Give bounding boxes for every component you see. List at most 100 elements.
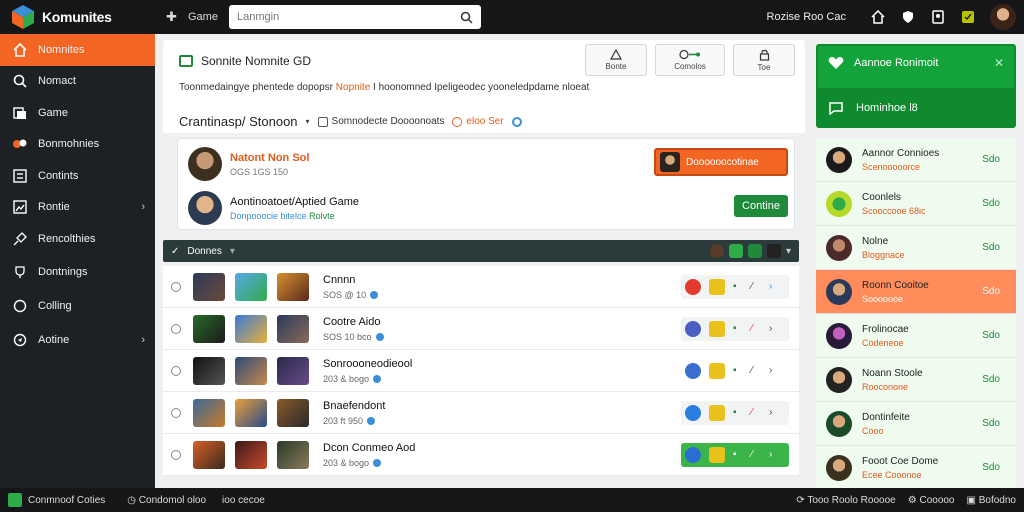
sidebar-item-pins[interactable]: Rencolthies	[0, 223, 155, 255]
status-icon[interactable]	[685, 321, 701, 337]
radio-button[interactable]	[171, 449, 181, 460]
table-row[interactable]: Cootre Aido SOS 10 bco ▪ ⁄ ›	[163, 308, 799, 350]
player-row[interactable]: Natont Non Sol OGS 1GS 150	[188, 147, 309, 181]
sidebar-item-contents[interactable]: Contints	[0, 160, 155, 192]
report-button[interactable]: Bonte	[585, 44, 647, 76]
list-item[interactable]: Noann Stoole Rooconone Sdo	[816, 358, 1016, 402]
link-icon[interactable]: ⁄	[751, 324, 761, 334]
check-icon[interactable]: ✓	[171, 246, 179, 257]
list-item[interactable]: Aannor Connioes Scenooooorce Sdo	[816, 138, 1016, 182]
sidebar-item-game[interactable]: Game	[0, 97, 155, 129]
info-icon[interactable]	[367, 416, 376, 425]
link-icon[interactable]: ⁄	[751, 366, 761, 376]
list-item[interactable]: Coonlels Scooccooe 68ic Sdo	[816, 182, 1016, 226]
arrow-icon[interactable]: ›	[769, 366, 779, 376]
list-item[interactable]: Fooot Coe Dome Ecee Cooonoe Sdo	[816, 446, 1016, 490]
friends-card-header[interactable]: Aannoe Ronimoit	[828, 56, 938, 70]
info-icon[interactable]	[373, 458, 382, 467]
arrow-icon[interactable]: ›	[769, 282, 779, 292]
bottom-bar-item[interactable]: ⚙ Cooooo	[908, 495, 955, 506]
status-icon[interactable]	[685, 279, 701, 295]
table-row[interactable]: Bnaefendont 203 ft 950 ▪ ⁄ ›	[163, 392, 799, 434]
grid-icon[interactable]: ▪	[733, 408, 743, 418]
grid-icon[interactable]: ▪	[733, 324, 743, 334]
sidebar-item-home[interactable]: Nomnites	[0, 34, 155, 66]
home-icon[interactable]	[870, 9, 886, 25]
link-icon[interactable]: ⁄	[751, 282, 761, 292]
bottom-bar-item[interactable]: ioo cecoe	[222, 495, 265, 506]
game-thumbnail[interactable]	[193, 356, 225, 385]
bottom-bar-left[interactable]: Conmnoof Coties	[0, 493, 105, 507]
sidebar-item-rankings[interactable]: Dontnings	[0, 255, 155, 289]
game-thumbnail[interactable]	[235, 440, 267, 469]
list-item[interactable]: Dontinfeite Cooo Sdo	[816, 402, 1016, 446]
close-icon[interactable]: ✕	[994, 56, 1004, 70]
grid-icon[interactable]: ▪	[733, 450, 743, 460]
game-thumbnail[interactable]	[277, 356, 309, 385]
status-icon[interactable]	[685, 363, 701, 379]
star-icon[interactable]	[709, 363, 725, 379]
filter-option-hot[interactable]: eloo Ser	[452, 116, 504, 127]
bottom-bar-item[interactable]: ▣ Bofodno	[967, 495, 1017, 506]
search-input[interactable]	[237, 11, 447, 23]
grid-icon[interactable]	[747, 244, 762, 258]
game-thumbnail[interactable]	[193, 272, 225, 301]
arrow-icon[interactable]: ›	[769, 324, 779, 334]
continue-button[interactable]: Contine	[734, 195, 788, 217]
sidebar-item-media[interactable]: Rontie ›	[0, 192, 155, 224]
grid-icon[interactable]: ▪	[733, 366, 743, 376]
link-icon[interactable]: ⁄	[751, 450, 761, 460]
friends-card-footer[interactable]: Hominhoe l8	[818, 88, 1014, 128]
game-thumbnail[interactable]	[193, 314, 225, 343]
arrow-icon[interactable]: ›	[769, 408, 779, 418]
table-row[interactable]: Dcon Conmeo Aod 203 & bogo ▪ ⁄ ›	[163, 434, 799, 476]
star-icon[interactable]	[709, 405, 725, 421]
status-icon[interactable]	[685, 447, 701, 463]
filter-option[interactable]: Somnodecte Doooonoats	[317, 116, 444, 127]
sidebar-item-community[interactable]: Bonmohnies	[0, 129, 155, 161]
radio-button[interactable]	[171, 407, 181, 418]
radio-button[interactable]	[171, 281, 181, 292]
game-thumbnail[interactable]	[235, 356, 267, 385]
grid-icon[interactable]: ▪	[733, 282, 743, 292]
table-row[interactable]: Sonroooneodieool 203 & bogo ▪ ⁄ ›	[163, 350, 799, 392]
link-icon[interactable]: ⁄	[751, 408, 761, 418]
game-thumbnail[interactable]	[277, 272, 309, 301]
star-icon[interactable]	[709, 321, 725, 337]
search-box[interactable]	[229, 5, 481, 29]
chevron-down-icon[interactable]: ▾	[306, 117, 310, 126]
radio-button[interactable]	[171, 365, 181, 376]
game-thumbnail[interactable]	[235, 272, 267, 301]
search-icon[interactable]	[460, 11, 473, 24]
bottom-bar-item[interactable]: ◷ Condomol oloo	[127, 495, 206, 506]
status-icon[interactable]	[685, 405, 701, 421]
table-row[interactable]: Cnnnn SOS @ 10 ▪ ⁄ ›	[163, 266, 799, 308]
radio-button[interactable]	[171, 323, 181, 334]
badge-icon[interactable]	[960, 9, 976, 25]
avatar[interactable]	[709, 244, 724, 258]
info-icon[interactable]	[373, 374, 382, 383]
info-icon[interactable]	[375, 332, 384, 341]
list-item[interactable]: Frolinocae Codeneoe Sdo	[816, 314, 1016, 358]
user-icon[interactable]	[766, 244, 781, 258]
sidebar-item-search[interactable]: Nomact	[0, 66, 155, 98]
user-avatar[interactable]	[990, 4, 1016, 30]
sidebar-item-chat[interactable]: Colling	[0, 289, 155, 323]
game-link[interactable]: ✚ Game	[166, 10, 218, 24]
game-thumbnail[interactable]	[193, 440, 225, 469]
game-thumbnail[interactable]	[277, 440, 309, 469]
game-thumbnail[interactable]	[235, 314, 267, 343]
filter-dropdown[interactable]: Crantinasp/ Stonoon	[179, 114, 298, 129]
bottom-bar-item[interactable]: ⟳ Tooo Roolo Rooooe	[796, 495, 895, 506]
list-item-highlighted[interactable]: Roonn Cooitoe Sooooooe Sdo	[816, 270, 1016, 314]
shield-icon[interactable]	[900, 9, 916, 25]
brand[interactable]: Komunites	[0, 4, 160, 30]
star-icon[interactable]	[709, 447, 725, 463]
refresh-icon[interactable]	[728, 244, 743, 258]
game-thumbnail[interactable]	[277, 314, 309, 343]
list-item[interactable]: Nolne Bloggnace Sdo	[816, 226, 1016, 270]
game-thumbnail[interactable]	[193, 398, 225, 427]
bookmark-icon[interactable]	[930, 9, 946, 25]
controls-button[interactable]: Comolos	[655, 44, 725, 76]
lock-button[interactable]: Toe	[733, 44, 795, 76]
